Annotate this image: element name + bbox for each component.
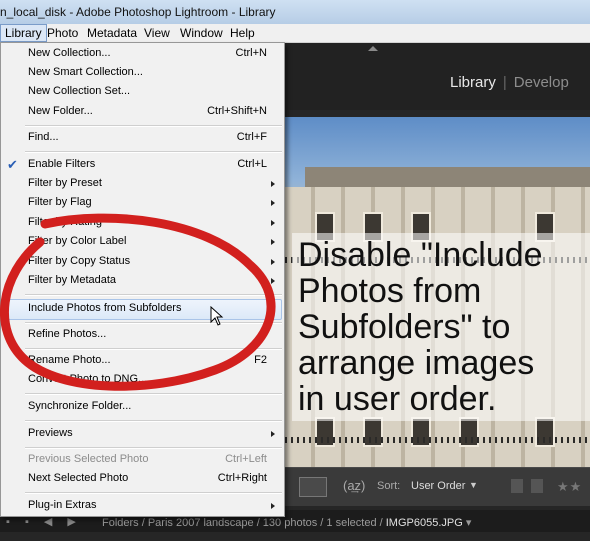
menu-window[interactable]: Window bbox=[180, 26, 223, 40]
menu-item-new-collection-set[interactable]: New Collection Set... bbox=[1, 83, 284, 102]
menu-separator bbox=[25, 420, 282, 422]
collapse-panel-icon[interactable] bbox=[368, 46, 378, 51]
menu-separator bbox=[25, 294, 282, 296]
menu-item-filter-by-metadata[interactable]: Filter by Metadata bbox=[1, 272, 284, 291]
menu-item-new-folder[interactable]: New Folder... Ctrl+Shift+N bbox=[1, 103, 284, 122]
submenu-arrow-icon bbox=[271, 278, 275, 284]
menu-separator bbox=[25, 348, 282, 350]
module-develop[interactable]: Develop bbox=[514, 74, 569, 91]
submenu-arrow-icon bbox=[271, 220, 275, 226]
menu-item-convert-to-dng[interactable]: Convert Photo to DNG... bbox=[1, 371, 284, 390]
menu-item-previews[interactable]: Previews bbox=[1, 425, 284, 444]
menu-help[interactable]: Help bbox=[230, 26, 255, 40]
title-bar: n_local_disk - Adobe Photoshop Lightroom… bbox=[0, 0, 590, 25]
submenu-arrow-icon bbox=[271, 503, 275, 509]
filmstrip-filename: IMGP6055.JPG bbox=[385, 517, 463, 529]
menu-item-next-selected-photo[interactable]: Next Selected Photo Ctrl+Right bbox=[1, 470, 284, 489]
menu-item-filter-by-color-label[interactable]: Filter by Color Label bbox=[1, 233, 284, 252]
menu-separator bbox=[25, 393, 282, 395]
menu-separator bbox=[25, 125, 282, 127]
menu-item-filter-by-preset[interactable]: Filter by Preset bbox=[1, 175, 284, 194]
menu-library[interactable]: Library bbox=[0, 24, 47, 42]
sort-dropdown-icon[interactable]: ▼ bbox=[469, 480, 478, 490]
menu-view[interactable]: View bbox=[144, 26, 170, 40]
module-separator: | bbox=[502, 74, 507, 91]
survey-view-icon[interactable] bbox=[299, 477, 327, 497]
submenu-arrow-icon bbox=[271, 181, 275, 187]
mouse-cursor-icon bbox=[210, 306, 224, 326]
menu-item-find[interactable]: Find... Ctrl+F bbox=[1, 129, 284, 148]
a-z-sort-icon[interactable]: (a͢z) bbox=[343, 478, 365, 493]
menu-item-plugin-extras[interactable]: Plug-in Extras bbox=[1, 497, 284, 516]
menu-metadata[interactable]: Metadata bbox=[87, 26, 137, 40]
module-picker: Library | Develop bbox=[450, 74, 569, 91]
submenu-arrow-icon bbox=[271, 259, 275, 265]
menu-item-filter-by-copy-status[interactable]: Filter by Copy Status bbox=[1, 253, 284, 272]
library-toolbar: (a͢z) Sort: User Order ▼ ★★ bbox=[285, 467, 590, 506]
menu-photo[interactable]: Photo bbox=[47, 26, 78, 40]
menu-separator bbox=[25, 492, 282, 494]
menu-item-new-collection[interactable]: New Collection... Ctrl+N bbox=[1, 45, 284, 64]
window-title: n_local_disk - Adobe Photoshop Lightroom… bbox=[0, 5, 276, 19]
menu-item-synchronize-folder[interactable]: Synchronize Folder... bbox=[1, 398, 284, 417]
menu-bar: Library Photo Metadata View Window Help bbox=[0, 24, 590, 43]
menu-separator bbox=[25, 151, 282, 153]
menu-separator bbox=[25, 447, 282, 449]
menu-item-rename-photo[interactable]: Rename Photo... F2 bbox=[1, 352, 284, 371]
submenu-arrow-icon bbox=[271, 431, 275, 437]
checkmark-icon: ✔ bbox=[7, 157, 18, 172]
submenu-arrow-icon bbox=[271, 239, 275, 245]
module-library[interactable]: Library bbox=[450, 74, 496, 91]
rating-stars-icon[interactable]: ★★ bbox=[557, 479, 582, 495]
menu-item-previous-selected-photo: Previous Selected Photo Ctrl+Left bbox=[28, 453, 267, 465]
menu-item-enable-filters[interactable]: ✔ Enable Filters Ctrl+L bbox=[1, 156, 284, 175]
submenu-arrow-icon bbox=[271, 200, 275, 206]
menu-item-include-subfolders[interactable]: Include Photos from Subfolders bbox=[3, 299, 282, 320]
annotation-text: Disable "Include Photos from Subfolders"… bbox=[292, 233, 590, 421]
pick-flag-icon[interactable] bbox=[511, 479, 523, 493]
menu-item-refine-photos[interactable]: Refine Photos... bbox=[1, 326, 284, 345]
sort-label: Sort: bbox=[377, 480, 401, 492]
sort-order-select[interactable]: User Order bbox=[411, 480, 465, 492]
library-menu: New Collection... Ctrl+N New Smart Collec… bbox=[0, 42, 285, 517]
menu-item-new-smart-collection[interactable]: New Smart Collection... bbox=[1, 64, 284, 83]
filmstrip-source-path[interactable]: Folders / Paris 2007 landscape / 130 pho… bbox=[102, 516, 471, 529]
menu-item-filter-by-rating[interactable]: Filter by Rating bbox=[1, 214, 284, 233]
menu-item-filter-by-flag[interactable]: Filter by Flag bbox=[1, 194, 284, 213]
menu-separator bbox=[25, 322, 282, 324]
reject-flag-icon[interactable] bbox=[531, 479, 543, 493]
